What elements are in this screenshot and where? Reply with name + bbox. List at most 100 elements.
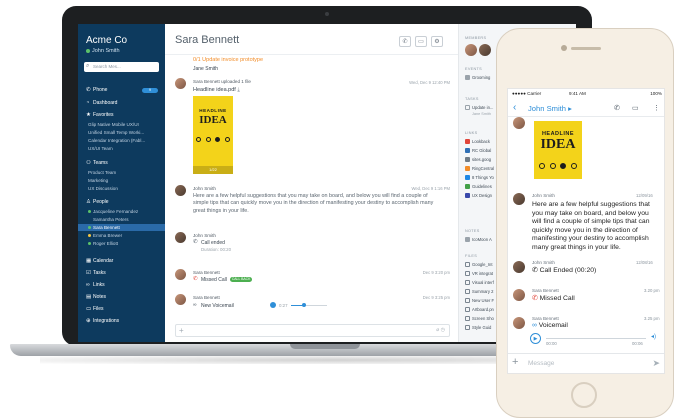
file-item[interactable]: Visual interf <box>465 280 494 286</box>
avatar[interactable] <box>513 117 525 129</box>
file-item[interactable]: Style Guid <box>465 325 491 331</box>
sidebar-item-dashboard[interactable]: ◔ Dashboard <box>86 100 117 106</box>
speaker-icon[interactable]: ◂) <box>651 333 656 340</box>
file-item[interactable]: Summary 2 <box>465 289 493 295</box>
team-item[interactable]: Product Team <box>88 170 116 175</box>
sidebar-item-teams[interactable]: ⚇ Teams <box>86 160 108 166</box>
phone-icon[interactable]: ✆ <box>614 104 620 112</box>
current-user[interactable]: John Smith <box>86 48 120 54</box>
link-item[interactable]: Guidelines <box>465 184 492 190</box>
sidebar-item-people[interactable]: ♙ People <box>86 199 109 205</box>
poster-big-heading: IDEA <box>540 137 576 152</box>
message-input[interactable]: + ⌀ ◷ <box>175 324 450 337</box>
person-item-active[interactable]: Sara Bennett <box>88 225 120 230</box>
phone-icon: ✆ <box>402 39 408 45</box>
avatar[interactable] <box>175 294 186 305</box>
avatar[interactable] <box>513 289 525 301</box>
team-item[interactable]: Marketing <box>88 178 108 183</box>
favorite-item[interactable]: UX/UI Team <box>88 146 113 151</box>
plus-icon[interactable]: + <box>179 326 184 335</box>
avatar[interactable] <box>175 269 186 280</box>
favorite-item[interactable]: Glip Native Mobile UX/UI <box>88 122 139 127</box>
sidebar-item-phone[interactable]: ✆ Phone <box>86 87 107 93</box>
file-preview-thumbnail[interactable]: HEADLINE IDEA <box>534 121 582 179</box>
event-item[interactable]: Grooming <box>465 75 490 81</box>
file-item[interactable]: Screen Sho <box>465 316 494 322</box>
pinned-task[interactable]: 0/1 Update invoice prototype <box>193 57 263 63</box>
avatar[interactable] <box>513 193 525 205</box>
voicemail-scrubber[interactable] <box>302 303 306 307</box>
call-button[interactable]: ✆ <box>399 36 411 47</box>
message-time: Dec 9 3:25 pm <box>422 295 450 300</box>
call-back-button[interactable]: CALL BACK <box>229 277 253 283</box>
chat-contact-name[interactable]: John Smith ▸ <box>528 104 572 113</box>
file-preview-thumbnail[interactable]: HEADLINE IDEA 1/22 <box>193 96 233 174</box>
file-item[interactable]: Google_Int <box>465 262 493 268</box>
member-avatar[interactable] <box>479 44 491 56</box>
poster-small-heading: HEADLINE <box>199 108 227 113</box>
avatar[interactable] <box>513 261 525 273</box>
link-item[interactable]: RC Global <box>465 148 491 154</box>
file-name-link[interactable]: Headline idea.pdf ⤓ <box>193 87 240 94</box>
video-icon[interactable]: ▭ <box>632 104 639 112</box>
file-item[interactable]: Artboard.pn <box>465 307 494 313</box>
avatar[interactable] <box>175 78 186 89</box>
missed-call-icon: ✆ <box>532 295 538 302</box>
favorite-item[interactable]: Calendar Integration (Fabl... <box>88 138 145 143</box>
task-item[interactable]: Update in... <box>465 105 493 111</box>
note-icon: ▤ <box>86 294 92 300</box>
link-item[interactable]: UX Design <box>465 193 492 199</box>
message-input[interactable]: Message <box>528 360 554 367</box>
team-item[interactable]: UX Discussion <box>88 186 118 191</box>
download-icon[interactable]: ⤓ <box>237 87 239 93</box>
video-button[interactable]: ▭ <box>415 36 427 47</box>
sidebar-item-calendar[interactable]: ▦ Calendar <box>86 258 113 264</box>
file-item[interactable]: VR integrat <box>465 271 493 277</box>
attach-icon[interactable]: ⌀ ◷ <box>436 327 445 333</box>
sidebar-item-favorites[interactable]: ★ Favorites <box>86 112 114 118</box>
call-duration: Duration: 00:20 <box>201 247 232 252</box>
link-item[interactable]: sites.goog <box>465 157 491 163</box>
avatar[interactable] <box>513 317 525 329</box>
sidebar-item-tasks[interactable]: ☑ Tasks <box>86 270 106 276</box>
sidebar-item-files[interactable]: ▭ Files <box>86 306 104 312</box>
teams-icon: ⚇ <box>86 160 91 166</box>
person-item[interactable]: Roger Elliott <box>88 241 118 246</box>
task-assignee: Jane Smith <box>472 112 491 116</box>
search-placeholder: Search Mes... <box>93 64 121 69</box>
favorite-item[interactable]: Unified Small Temp Worki... <box>88 130 144 135</box>
plus-icon[interactable]: + <box>512 356 518 368</box>
link-item[interactable]: Lookback <box>465 139 490 145</box>
call-ended-text: Call ended <box>201 240 225 246</box>
phone-speaker <box>571 47 601 50</box>
person-item[interactable]: Jacqueline Fernandez <box>88 209 138 214</box>
member-avatar[interactable] <box>465 44 477 56</box>
voicemail-track[interactable] <box>546 338 646 339</box>
person-item[interactable]: Emma Brewer <box>88 233 122 238</box>
message-body: Here are a few helpful suggestions that … <box>193 193 434 214</box>
message-author: John Smith <box>193 233 216 238</box>
avatar[interactable] <box>175 185 186 196</box>
person-item[interactable]: Samantha Peters <box>93 217 129 222</box>
avatar[interactable] <box>175 232 186 243</box>
search-input[interactable]: ⌕ Search Mes... <box>84 62 159 72</box>
sidebar-item-links[interactable]: ∞ Links <box>86 282 105 288</box>
sidebar-item-notes[interactable]: ▤ Notes <box>86 294 106 300</box>
play-button[interactable] <box>270 302 276 308</box>
battery-level: 100% <box>650 91 662 96</box>
settings-button[interactable]: ⚙ <box>431 36 443 47</box>
back-chevron-icon[interactable]: ‹ <box>513 102 516 113</box>
poster-circles <box>534 156 582 174</box>
phone-home-button[interactable] <box>571 382 597 408</box>
note-item[interactable]: IcoMoon A <box>465 237 492 243</box>
more-icon[interactable]: ⋮ <box>653 104 660 112</box>
file-item[interactable]: New User F <box>465 298 494 304</box>
link-item[interactable]: RingCentral <box>465 166 494 172</box>
links-heading: LINKS <box>465 131 478 135</box>
send-icon[interactable]: ➤ <box>652 358 660 369</box>
play-button[interactable]: ▶ <box>530 333 541 344</box>
sidebar-item-integrations[interactable]: ⊕ Integrations <box>86 318 119 324</box>
link-item[interactable]: 8 Things Yo <box>465 175 494 181</box>
phone-composer: + Message ➤ <box>508 353 664 373</box>
company-name[interactable]: Acme Co <box>86 35 127 46</box>
